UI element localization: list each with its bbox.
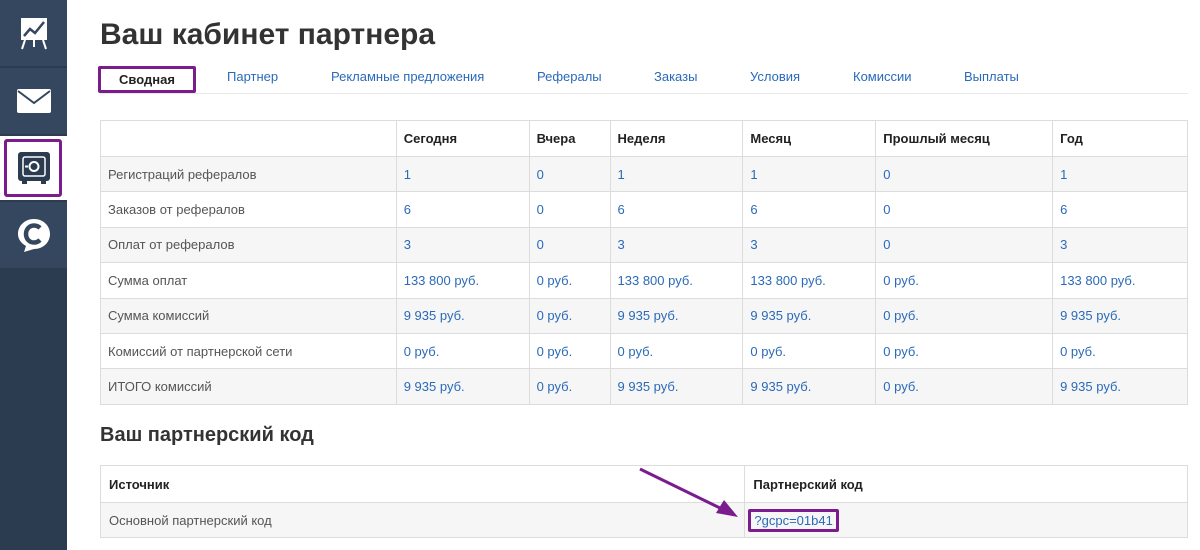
table-row: Регистраций рефералов 1 0 1 1 0 1 [100, 155, 1188, 193]
stat-value[interactable]: 3 [742, 226, 877, 264]
tab-commissions[interactable]: Комиссии [853, 69, 912, 84]
stat-value[interactable]: 0 руб. [528, 297, 611, 334]
stat-value[interactable]: 3 [1052, 226, 1188, 264]
row-label: Регистраций рефералов [100, 155, 397, 193]
row-label: Комиссий от партнерской сети [100, 332, 397, 370]
tab-payouts[interactable]: Выплаты [964, 69, 1019, 84]
column-header: Неделя [609, 120, 744, 157]
stat-value[interactable]: 0 руб. [395, 332, 530, 370]
stat-value[interactable]: 0 руб. [528, 262, 611, 299]
stat-value[interactable]: 9 935 руб. [742, 368, 877, 405]
row-label: Оплат от рефералов [100, 226, 397, 264]
tab-orders[interactable]: Заказы [654, 69, 697, 84]
stat-value[interactable]: 1 [395, 155, 530, 193]
sidebar-item-chat[interactable] [0, 202, 67, 268]
safe-icon [17, 152, 50, 184]
sidebar-item-stats[interactable] [0, 0, 67, 66]
stat-value[interactable]: 0 руб. [609, 332, 744, 370]
code-source: Основной партнерский код [99, 502, 746, 538]
stat-value[interactable]: 133 800 руб. [1052, 262, 1188, 299]
table-row: ИТОГО комиссий 9 935 руб. 0 руб. 9 935 р… [100, 368, 1188, 405]
column-header: Сегодня [395, 120, 530, 157]
stat-value[interactable]: 0 руб. [742, 332, 877, 370]
stat-value[interactable]: 9 935 руб. [609, 297, 744, 334]
stat-value[interactable]: 9 935 руб. [609, 368, 744, 405]
page-title: Ваш кабинет партнера [100, 18, 436, 51]
stat-value[interactable]: 0 [875, 155, 1054, 193]
stat-value[interactable]: 133 800 руб. [742, 262, 877, 299]
sidebar [0, 0, 67, 550]
sidebar-item-messages[interactable] [0, 68, 67, 134]
stat-value[interactable]: 133 800 руб. [609, 262, 744, 299]
table-row: Основной партнерский код ?gcpc=01b41 [99, 502, 1188, 538]
partner-code-title: Ваш партнерский код [100, 424, 314, 446]
table-row: Сумма комиссий 9 935 руб. 0 руб. 9 935 р… [100, 297, 1188, 334]
stat-value[interactable]: 6 [395, 191, 530, 228]
stat-value[interactable]: 6 [742, 191, 877, 228]
stat-value[interactable]: 0 [875, 191, 1054, 228]
tab-summary[interactable]: Сводная [98, 66, 196, 93]
stat-value[interactable]: 9 935 руб. [742, 297, 877, 334]
partner-code-table: Источник Партнерский код Основной партне… [99, 465, 1188, 538]
stat-value[interactable]: 3 [395, 226, 530, 264]
stat-value[interactable]: 0 руб. [528, 368, 611, 405]
tab-bar: Сводная Партнер Рекламные предложения Ре… [98, 66, 1188, 94]
column-header: Источник [99, 465, 746, 503]
stat-value[interactable]: 3 [609, 226, 744, 264]
stat-value[interactable]: 0 [528, 226, 611, 264]
column-header: Год [1052, 120, 1188, 157]
row-label: Заказов от рефералов [100, 191, 397, 228]
tab-offers[interactable]: Рекламные предложения [331, 69, 484, 84]
table-header-row: Сегодня Вчера Неделя Месяц Прошлый месяц… [100, 120, 1188, 157]
column-header: Вчера [528, 120, 611, 157]
stats-table: Сегодня Вчера Неделя Месяц Прошлый месяц… [100, 120, 1188, 405]
stat-value[interactable]: 133 800 руб. [395, 262, 530, 299]
row-label: ИТОГО комиссий [100, 368, 397, 405]
stat-value[interactable]: 0 руб. [875, 297, 1054, 334]
stat-value[interactable]: 9 935 руб. [1052, 368, 1188, 405]
column-header: Месяц [742, 120, 877, 157]
column-header: Партнерский код [744, 465, 1188, 503]
table-row: Оплат от рефералов 3 0 3 3 0 3 [100, 226, 1188, 264]
stat-value[interactable]: 0 руб. [875, 368, 1054, 405]
chat-c-icon [17, 219, 50, 252]
stat-value[interactable]: 0 [528, 155, 611, 193]
stat-value[interactable]: 1 [609, 155, 744, 193]
stats-chart-icon [20, 18, 47, 50]
stat-value[interactable]: 0 руб. [875, 332, 1054, 370]
column-header: Прошлый месяц [875, 120, 1054, 157]
row-label: Сумма комиссий [100, 297, 397, 334]
stat-value[interactable]: 0 [528, 191, 611, 228]
stat-value[interactable]: 0 руб. [528, 332, 611, 370]
column-header [100, 120, 397, 157]
tab-partner[interactable]: Партнер [227, 69, 278, 84]
stat-value[interactable]: 6 [1052, 191, 1188, 228]
stat-value[interactable]: 9 935 руб. [395, 368, 530, 405]
stat-value[interactable]: 6 [609, 191, 744, 228]
row-label: Сумма оплат [100, 262, 397, 299]
stat-value[interactable]: 1 [1052, 155, 1188, 193]
stat-value[interactable]: 9 935 руб. [395, 297, 530, 334]
table-row: Сумма оплат 133 800 руб. 0 руб. 133 800 … [100, 262, 1188, 299]
code-cell: ?gcpc=01b41 [744, 502, 1188, 538]
table-row: Комиссий от партнерской сети 0 руб. 0 ру… [100, 332, 1188, 370]
partner-code-value[interactable]: ?gcpc=01b41 [748, 508, 839, 532]
stat-value[interactable]: 0 [875, 226, 1054, 264]
mail-icon [16, 89, 51, 113]
table-row: Заказов от рефералов 6 0 6 6 0 6 [100, 191, 1188, 228]
stat-value[interactable]: 1 [742, 155, 877, 193]
table-header-row: Источник Партнерский код [99, 465, 1188, 503]
tab-terms[interactable]: Условия [750, 69, 800, 84]
stat-value[interactable]: 0 руб. [875, 262, 1054, 299]
tab-referrals[interactable]: Рефералы [537, 69, 602, 84]
stat-value[interactable]: 0 руб. [1052, 332, 1188, 370]
stat-value[interactable]: 9 935 руб. [1052, 297, 1188, 334]
sidebar-item-partner[interactable] [0, 136, 67, 200]
